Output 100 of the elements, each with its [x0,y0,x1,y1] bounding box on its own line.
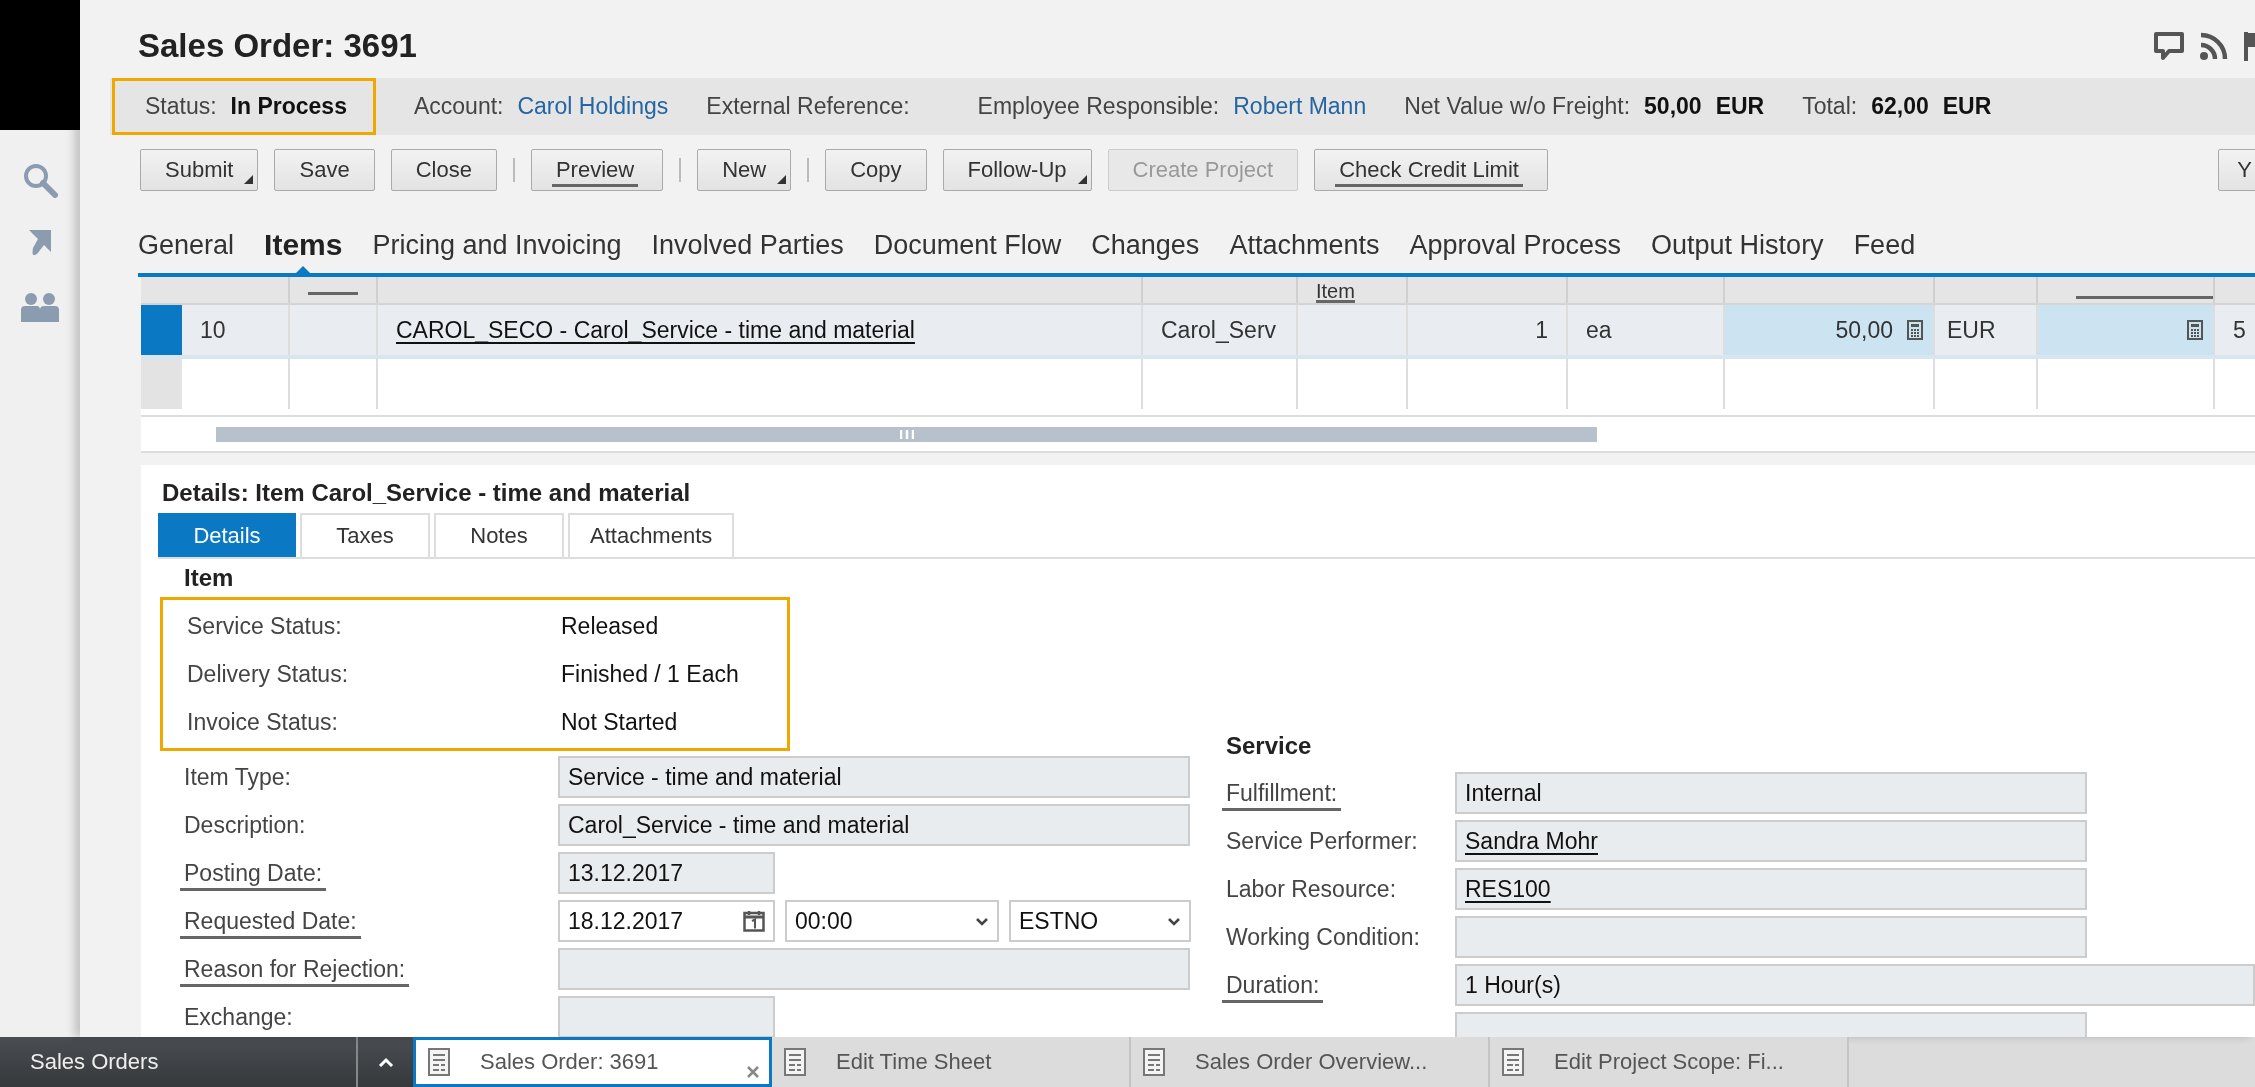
field-label: Labor Resource: [1226,875,1397,902]
currency-value: EUR [1715,93,1765,120]
tab[interactable]: Approval Process [1409,217,1622,273]
tab[interactable]: Notes [434,513,564,557]
currency-value: EUR [1942,93,1992,120]
field-link[interactable]: Sandra Mohr [1465,827,1598,855]
field-label: Duration: [1222,971,1324,1003]
field-label: Service Status: [187,612,343,640]
menu-button[interactable]: New [697,149,792,191]
table-cell: Carol_Serv [1161,316,1277,344]
date-field[interactable]: 18.12.2017 [558,900,775,942]
speech-bubble-icon[interactable] [2153,31,2185,61]
info-label: Account: [413,93,504,120]
field-label: Item Type: [184,763,291,790]
tab[interactable]: General [138,217,235,273]
tab[interactable]: Pricing and Invoicing [372,217,622,273]
tab[interactable]: Output History [1651,217,1824,273]
table-cell: ea [1586,316,1612,344]
info-link[interactable]: Robert Mann [1233,93,1367,120]
input-field[interactable]: 13.12.2017 [558,852,775,894]
input-field[interactable]: Carol_Service - time and material [558,804,1190,846]
people-icon[interactable] [20,292,60,322]
tab[interactable]: Changes [1091,217,1200,273]
tab[interactable]: Feed [1853,217,1916,273]
toolbar-button[interactable]: Save [274,149,375,191]
menu-button[interactable]: Submit [140,149,259,191]
info-label: Total: [1802,93,1858,120]
tab[interactable]: Involved Parties [651,217,844,273]
timezone-dropdown[interactable]: ESTNO [1009,900,1191,942]
table-cell: 1 [1535,316,1548,344]
field-label: Invoice Status: [187,708,339,736]
toolbar-button[interactable]: Preview [530,149,664,191]
status-value: Finished / 1 Each [561,660,739,688]
field-label: Exchange: [184,1003,293,1030]
chevron-down-icon [1167,916,1181,926]
info-label: Employee Responsible: [977,93,1220,120]
menu-triangle-icon [777,175,787,184]
field-label: Service Performer: [1226,827,1418,854]
tab[interactable]: Items [264,217,343,273]
section-heading: Service [1226,731,1313,761]
menu-triangle-icon [244,175,254,184]
product-link[interactable]: CAROL_SECO - Carol_Service - time and material [396,316,915,344]
time-dropdown[interactable]: 00:00 [785,900,999,942]
table-cell: 50,00 [1835,316,1893,344]
menu-triangle-icon [1077,175,1087,184]
expand-button[interactable] [358,1037,413,1087]
field-label: Reason for Rejection: [180,955,410,987]
status-value: In Process [230,93,347,120]
calculator-icon[interactable] [1907,320,1923,340]
scrollbar-thumb[interactable] [216,426,1597,442]
document-icon [784,1048,806,1076]
toolbar-button[interactable]: Copy [825,149,927,191]
search-icon[interactable] [22,162,58,198]
rss-icon[interactable] [2199,31,2229,61]
document-icon [1143,1048,1165,1076]
field-label: Delivery Status: [187,660,350,688]
menu-button[interactable]: Follow-Up [942,149,1092,191]
amount-value: 50,00 [1644,93,1702,120]
info-label: External Reference: [706,93,910,120]
field-label: Description: [184,811,306,838]
document-icon [1502,1048,1524,1076]
field-link[interactable]: RES100 [1465,875,1551,903]
table-cell: 10 [200,316,226,344]
input-field[interactable]: RES100 [1455,868,2087,910]
tab[interactable]: Document Flow [873,217,1062,273]
status-value: Not Started [561,708,678,736]
amount-value: 62,00 [1871,93,1929,120]
chevron-up-icon [377,1057,394,1067]
input-field[interactable]: 1 Hour(s) [1455,964,2255,1006]
field-label: Fulfillment: [1222,779,1342,811]
table-row[interactable]: 10 CAROL_SECO - Carol_Service - time and material Carol_Serv 1 ea 50,00 EUR 5 [141,305,2255,359]
field-label: Requested Date: [180,907,361,939]
input-field[interactable]: Service - time and material [558,756,1190,798]
chevron-down-icon [975,916,989,926]
info-link[interactable]: Carol Holdings [517,93,669,120]
input-field[interactable] [558,948,1190,990]
section-heading: Item [184,563,235,593]
field-label: Working Condition: [1226,923,1420,950]
calendar-icon[interactable] [743,910,765,932]
document-icon [428,1048,450,1076]
calculator-icon[interactable] [2187,320,2203,340]
page-title: Sales Order: 3691 [138,26,417,66]
app-switcher[interactable]: Sales Orders [0,1037,358,1087]
toolbar-button[interactable]: Close [390,149,497,191]
toolbar-button[interactable]: Check Credit Limit [1314,149,1548,191]
input-field[interactable] [1455,916,2087,958]
close-icon[interactable] [747,1066,759,1078]
toolbar-button[interactable]: Y [2218,149,2255,191]
field-label: Posting Date: [180,859,327,891]
input-field[interactable]: Sandra Mohr [1455,820,2087,862]
info-label: Net Value w/o Freight: [1404,93,1631,120]
table-cell: 5 [2233,316,2246,344]
input-field[interactable]: Internal [1455,772,2087,814]
status-value: Released [561,612,659,640]
input-field[interactable] [558,996,775,1037]
tab[interactable]: Attachments [568,513,735,557]
tab[interactable]: Details [158,513,296,557]
taskbar-tab[interactable]: Sales Order: 3691 [413,1037,772,1087]
tab[interactable]: Attachments [1229,217,1380,273]
tab[interactable]: Taxes [300,513,430,557]
